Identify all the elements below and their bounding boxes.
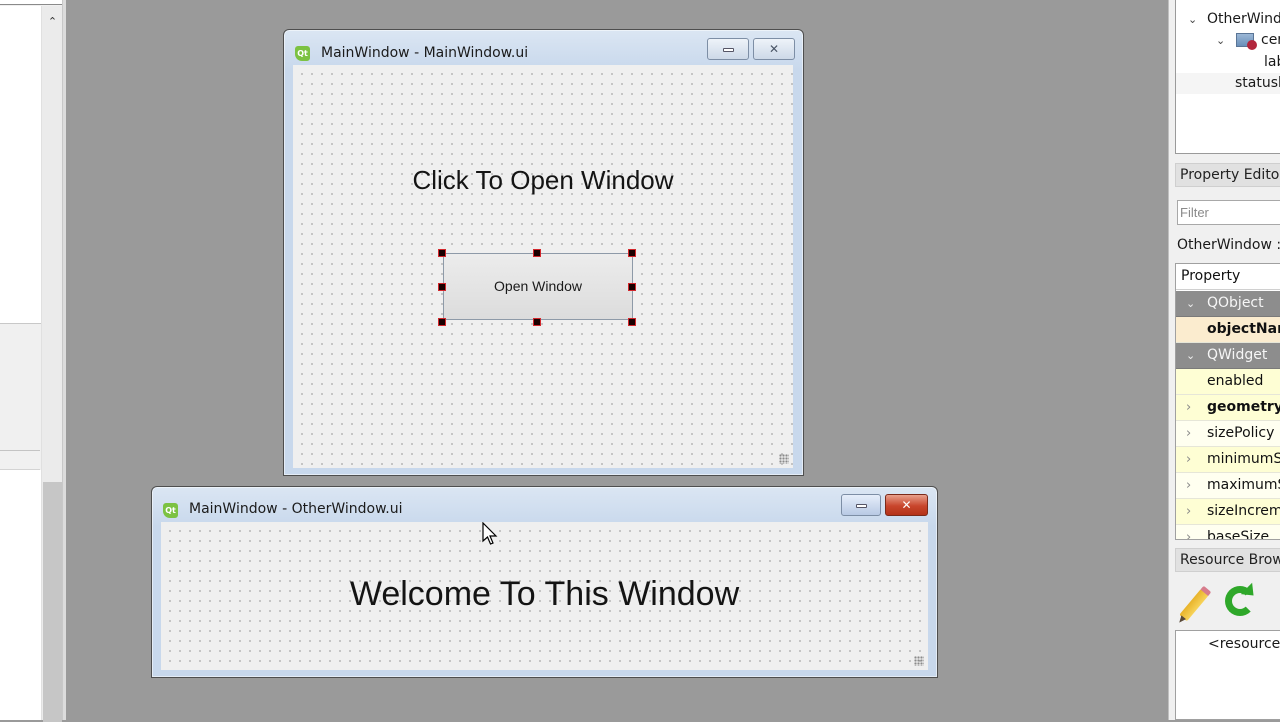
property-column-header[interactable]: Property — [1176, 264, 1280, 290]
left-dock-panel: ⌃ — [0, 0, 66, 722]
chevron-right-icon[interactable]: › — [1186, 499, 1191, 524]
minimize-button[interactable] — [707, 38, 749, 60]
resize-handle-n[interactable] — [533, 249, 541, 257]
size-grip-icon[interactable] — [914, 656, 924, 666]
property-editor-class-label: OtherWindow : QMainWindow — [1177, 237, 1280, 253]
pencil-icon[interactable] — [1179, 588, 1209, 622]
chevron-right-icon[interactable]: › — [1186, 447, 1191, 472]
chevron-down-icon[interactable]: ⌄ — [1186, 343, 1195, 368]
form-window-mainwindow[interactable]: Qt MainWindow - MainWindow.ui ✕ Click To… — [283, 29, 804, 476]
chevron-right-icon[interactable]: › — [1186, 421, 1191, 446]
mouse-cursor-icon — [482, 522, 498, 545]
resource-browser-title: Resource Browser — [1175, 548, 1280, 572]
form-window-otherwindow[interactable]: Qt MainWindow - OtherWindow.ui ✕ Welcome… — [151, 486, 938, 678]
resize-handle-ne[interactable] — [628, 249, 636, 257]
tree-item-label[interactable]: label — [1176, 52, 1280, 73]
object-inspector-tree[interactable]: ⌄ OtherWindow ⌄ centralwidget label stat… — [1175, 0, 1280, 154]
property-row-minimumsize[interactable]: › minimumSize — [1176, 447, 1280, 473]
open-window-button[interactable]: Open Window — [443, 253, 633, 320]
minimize-icon — [722, 47, 734, 52]
size-grip-icon[interactable] — [779, 454, 789, 464]
close-icon: ✕ — [901, 498, 912, 512]
property-row-geometry[interactable]: › geometry — [1176, 395, 1280, 421]
minimize-button[interactable] — [841, 494, 881, 516]
chevron-down-icon[interactable]: ⌄ — [1186, 291, 1195, 316]
chevron-right-icon[interactable]: › — [1186, 525, 1191, 539]
property-row-basesize[interactable]: › baseSize — [1176, 525, 1280, 539]
scroll-up-icon[interactable]: ⌃ — [42, 12, 63, 32]
reload-icon[interactable] — [1225, 586, 1255, 616]
close-button[interactable]: ✕ — [753, 38, 795, 60]
resize-handle-sw[interactable] — [438, 318, 446, 326]
close-button[interactable]: ✕ — [885, 494, 928, 516]
property-row-sizeincrement[interactable]: › sizeIncrement — [1176, 499, 1280, 525]
resize-handle-w[interactable] — [438, 283, 446, 291]
left-dock-list[interactable] — [0, 6, 41, 324]
tree-item-centralwidget[interactable]: ⌄ centralwidget — [1176, 30, 1280, 51]
form-canvas[interactable]: Click To Open Window Open Window — [293, 65, 793, 468]
right-dock-panel: ⌄ OtherWindow ⌄ centralwidget label stat… — [1168, 0, 1280, 720]
left-dock-scrollbar[interactable]: ⌃ — [41, 6, 63, 722]
chevron-right-icon[interactable]: › — [1186, 473, 1191, 498]
property-table[interactable]: Property ⌄ QObject objectName ⌄ QWidget … — [1175, 263, 1280, 540]
property-filter-input[interactable]: Filter — [1177, 200, 1280, 225]
resize-handle-se[interactable] — [628, 318, 636, 326]
resize-handle-nw[interactable] — [438, 249, 446, 257]
left-dock-top-edge — [0, 0, 62, 5]
resource-root-item[interactable]: <resource root> — [1208, 636, 1280, 652]
close-icon: ✕ — [768, 42, 780, 56]
property-row-sizepolicy[interactable]: › sizePolicy — [1176, 421, 1280, 447]
resource-list[interactable]: <resource root> — [1175, 630, 1280, 720]
resize-handle-e[interactable] — [628, 283, 636, 291]
property-group-qobject[interactable]: ⌄ QObject — [1176, 291, 1280, 317]
property-row-enabled[interactable]: enabled — [1176, 369, 1280, 395]
widget-layout-broken-icon — [1236, 33, 1257, 50]
resize-handle-s[interactable] — [533, 318, 541, 326]
property-row-maximumsize[interactable]: › maximumSize — [1176, 473, 1280, 499]
window-title: MainWindow - OtherWindow.ui — [189, 501, 403, 517]
left-dock-header — [0, 450, 40, 470]
scrollbar-thumb[interactable] — [43, 482, 62, 722]
label-welcome[interactable]: Welcome To This Window — [161, 575, 928, 614]
form-canvas[interactable]: Welcome To This Window — [161, 522, 928, 670]
property-row-objectname[interactable]: objectName — [1176, 317, 1280, 343]
qt-logo-icon: Qt — [295, 46, 310, 61]
tree-item-statusbar[interactable]: statusbar — [1176, 73, 1280, 94]
left-dock-lower-list[interactable] — [0, 470, 41, 720]
dock-splitter[interactable] — [62, 0, 66, 720]
qt-logo-icon: Qt — [163, 503, 178, 518]
titlebar[interactable]: Qt MainWindow - MainWindow.ui ✕ — [284, 30, 803, 64]
tree-item-otherwindow[interactable]: ⌄ OtherWindow — [1176, 9, 1280, 30]
chevron-down-icon[interactable]: ⌄ — [1188, 9, 1197, 30]
resource-browser-toolbar — [1175, 580, 1280, 626]
minimize-icon — [855, 503, 867, 508]
titlebar[interactable]: Qt MainWindow - OtherWindow.ui ✕ — [152, 487, 937, 521]
window-title: MainWindow - MainWindow.ui — [321, 45, 529, 61]
label-click-to-open[interactable]: Click To Open Window — [293, 165, 793, 196]
property-editor-title: Property Editor — [1175, 163, 1280, 187]
chevron-down-icon[interactable]: ⌄ — [1216, 30, 1225, 51]
property-group-qwidget[interactable]: ⌄ QWidget — [1176, 343, 1280, 369]
chevron-right-icon[interactable]: › — [1186, 395, 1191, 420]
